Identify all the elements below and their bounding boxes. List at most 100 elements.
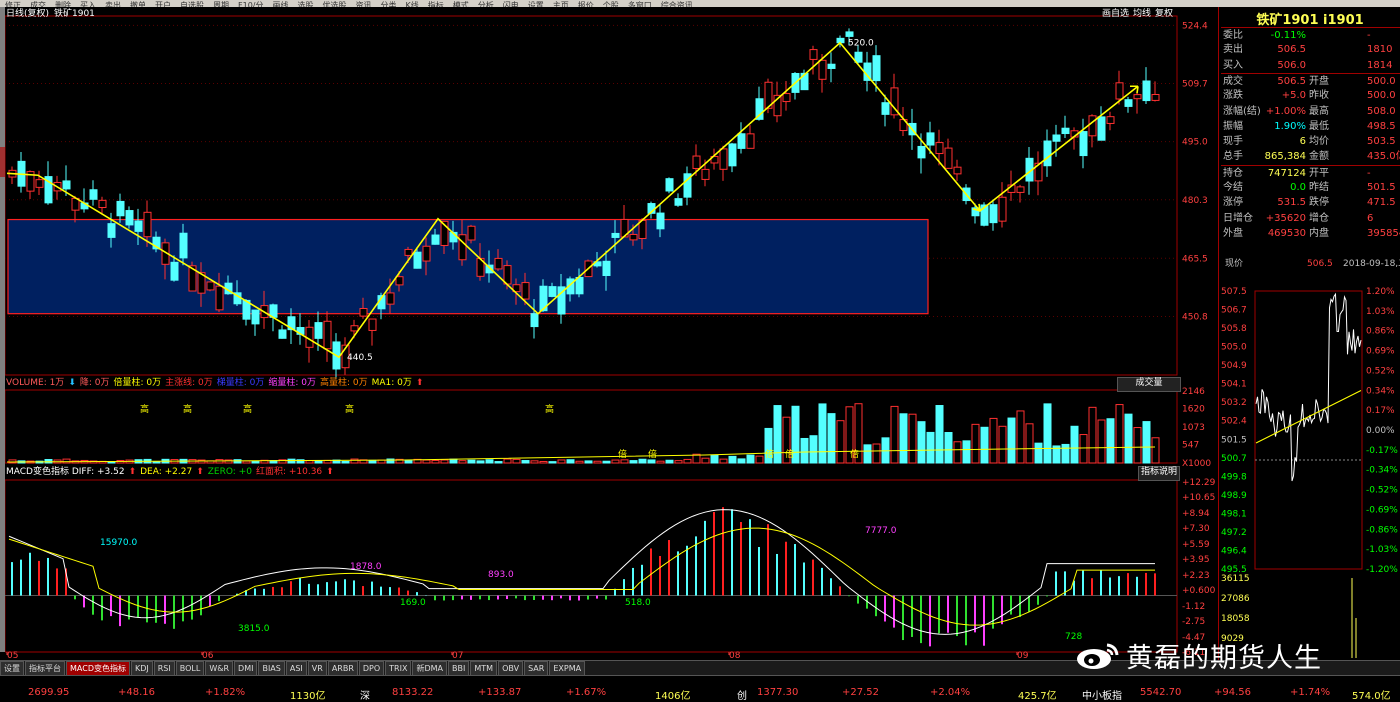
indicator-tab[interactable]: RSI <box>153 661 175 676</box>
chart-canvas[interactable]: 524.4 509.7 495.0 480.3 465.5 450.8 520.0 440.5… <box>5 7 1217 660</box>
quote-field-value: 0.0 <box>1290 182 1306 193</box>
volume-bar <box>1106 418 1115 464</box>
kline-chart-area[interactable]: 524.4 509.7 495.0 480.3 465.5 450.8 520.0 440.5… <box>5 7 1217 660</box>
quote-field-value: 506.5 <box>1277 44 1306 56</box>
quote-field-value-2: 500.0 <box>1367 90 1396 102</box>
macd-tick-label: +3.95 <box>1182 555 1210 565</box>
volume-bar <box>836 420 845 464</box>
indicator-tab[interactable]: DPO <box>358 661 385 676</box>
volume-header-field: 高量柱: 0万 <box>319 378 368 388</box>
quote-field-value: +5.0 <box>1281 90 1306 102</box>
quote-row: 成交 506.5 开盘 500.0 <box>1221 72 1400 89</box>
candle-body <box>1079 131 1088 157</box>
volume-bar <box>575 460 584 464</box>
candle-body <box>1088 115 1097 137</box>
indicator-tab[interactable]: 新DMA <box>412 661 448 676</box>
indicator-tab[interactable]: BIAS <box>258 661 285 676</box>
candle-body <box>665 178 674 192</box>
quote-field-value: 747124 <box>1267 167 1306 179</box>
candle-body <box>494 257 503 270</box>
current-price-label: 现价 <box>1225 259 1244 269</box>
candle-body <box>1115 82 1124 100</box>
indicator-help-button[interactable]: 指标说明 <box>1138 466 1180 481</box>
intraday-pct-tick: 1.20% <box>1366 287 1395 297</box>
volume-bar <box>926 431 935 464</box>
intraday-chart[interactable]: 507.5 506.7 505.8 505.0 504.9 504.1 503.2 502.4… <box>1219 273 1400 663</box>
indicator-tab[interactable]: ARBR <box>327 661 358 676</box>
indicator-tab[interactable]: 设置 <box>0 661 24 676</box>
candle-body <box>278 329 287 339</box>
quote-title: 铁矿1901 i1901 <box>1256 13 1364 28</box>
candle-body <box>818 59 827 80</box>
indicator-tab[interactable]: SAR <box>524 661 549 676</box>
candle-body <box>701 168 710 180</box>
volume-bar <box>539 460 548 464</box>
indicator-tab[interactable]: OBV <box>498 661 524 676</box>
macd-value-label: 893.0 <box>488 570 514 580</box>
volume-bar <box>503 458 512 464</box>
candle-body <box>692 155 701 169</box>
quote-row: 日增仓 +35620 增仓 6 <box>1221 211 1400 226</box>
indicator-tab[interactable]: DMI <box>234 661 258 676</box>
quote-field-label: 成交 <box>1223 75 1243 87</box>
status-field: 425.7亿 <box>1018 691 1057 702</box>
volume-bar <box>485 459 494 464</box>
status-field: +1.74% <box>1290 687 1331 698</box>
indicator-tab[interactable]: KDJ <box>130 661 153 676</box>
volume-bar <box>755 455 764 464</box>
macd-value-label: 3815.0 <box>238 624 270 634</box>
macd-tick-label: +0.600 <box>1182 586 1216 596</box>
indicator-tab[interactable]: EXPMA <box>549 661 586 676</box>
volume-bar <box>341 460 350 464</box>
volume-bar <box>548 461 557 464</box>
indicator-tab[interactable]: MACD变色指标 <box>66 661 130 676</box>
volume-bar <box>962 440 971 464</box>
indicator-tab[interactable]: BOLL <box>175 661 205 676</box>
quote-field-value: 469530 <box>1267 227 1306 239</box>
intraday-price-tick: 504.1 <box>1221 380 1247 390</box>
indicator-tab[interactable]: VR <box>307 661 327 676</box>
intraday-volume-tick: 27086 <box>1221 594 1250 604</box>
indicator-tab[interactable]: W&R <box>205 661 234 676</box>
candle-body <box>116 200 125 217</box>
intraday-volume-tick: 36115 <box>1221 574 1250 584</box>
volume-selector-button[interactable]: 成交量 <box>1117 377 1181 392</box>
volume-bar <box>494 461 503 464</box>
macd-header-field: ⬆ <box>326 467 334 477</box>
chart-header-buttons[interactable]: 画自选 均线 复权 <box>1102 9 1177 20</box>
quote-row: 涨停 531.5 跌停 471.5 <box>1221 195 1400 210</box>
quote-date: 2018-09-18,二 <box>1343 259 1400 269</box>
quote-row: 外盘 469530内盘 395854 <box>1221 226 1400 241</box>
indicator-tab[interactable]: 指标平台 <box>25 661 65 676</box>
quote-field-value: 531.5 <box>1277 197 1306 209</box>
status-field: +133.87 <box>478 687 522 698</box>
volume-bar <box>584 460 593 464</box>
price-tick-label: 524.4 <box>1182 21 1208 31</box>
candle-body <box>872 55 881 82</box>
price-tick-label: 480.3 <box>1182 196 1208 206</box>
quote-field-label-2: 跌停 <box>1309 197 1329 209</box>
intraday-pct-tick: 0.52% <box>1366 366 1395 376</box>
macd-tick-label: +10.65 <box>1182 493 1215 503</box>
volume-bar <box>251 460 260 464</box>
intraday-price-tick: 502.4 <box>1221 417 1247 427</box>
intraday-price-line <box>1255 292 1362 482</box>
indicator-tab[interactable]: ASI <box>285 661 307 676</box>
candles <box>8 28 1160 380</box>
macd-tick-label: +5.59 <box>1182 540 1210 550</box>
volume-bar <box>521 460 530 464</box>
indicator-tab[interactable]: BBI <box>448 661 470 676</box>
candle-body <box>422 245 431 262</box>
macd-header-field: ⬆ <box>196 467 204 477</box>
candle-body <box>386 292 395 305</box>
candle-body <box>944 147 953 169</box>
indicator-tab[interactable]: MTM <box>470 661 498 676</box>
indicator-tab[interactable]: TRIX <box>385 661 412 676</box>
volume-mark: 倍 <box>850 448 859 460</box>
volume-bar <box>611 459 620 464</box>
intraday-price-tick: 500.7 <box>1221 454 1247 464</box>
quote-field-label-2: 最高 <box>1309 105 1329 117</box>
quote-panel: 铁矿1901 i1901 委比 -0.11% - 卖出 506.5 1810 买入 506.0… <box>1218 7 1400 660</box>
intraday-pct-tick: 0.86% <box>1366 327 1395 337</box>
volume-bar <box>467 459 476 464</box>
